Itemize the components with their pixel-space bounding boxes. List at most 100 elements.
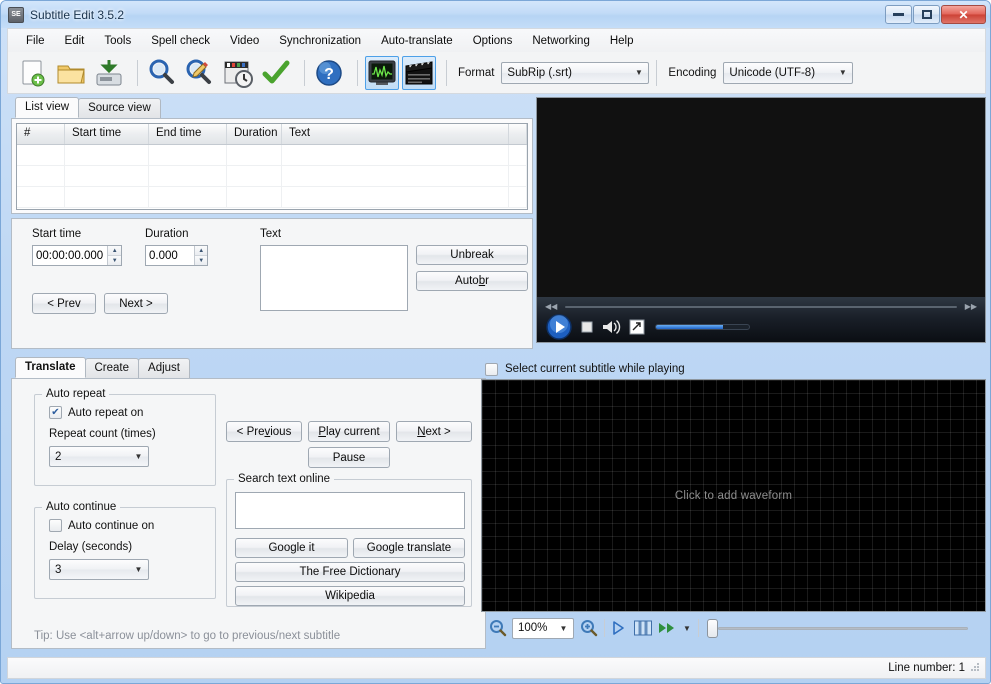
delay-label: Delay (seconds)	[49, 541, 133, 553]
unbreak-button[interactable]: Unbreak	[416, 245, 528, 265]
subtitle-text-input[interactable]	[260, 245, 408, 311]
tab-translate[interactable]: Translate	[15, 357, 86, 378]
open-folder-icon[interactable]	[54, 56, 88, 90]
minimize-button[interactable]	[885, 5, 912, 24]
auto-br-button[interactable]: Auto br	[416, 271, 528, 291]
menu-tools[interactable]: Tools	[94, 32, 141, 50]
column-text[interactable]: Text	[282, 124, 509, 144]
play-current-button[interactable]: Play current	[308, 421, 390, 442]
forward-icon[interactable]: ▶▶	[965, 302, 977, 311]
duration-input[interactable]	[146, 246, 195, 265]
speed-chevron-icon[interactable]: ▼	[683, 624, 691, 633]
waveform-display[interactable]: Click to add waveform	[481, 379, 986, 612]
translate-pane: Auto repeat ✔ Auto repeat on Repeat coun…	[11, 378, 486, 649]
video-display[interactable]	[537, 98, 985, 297]
svg-text:?: ?	[324, 66, 334, 83]
duration-spin-buttons[interactable]: ▲ ▼	[194, 246, 207, 265]
auto-repeat-checkbox-row[interactable]: ✔ Auto repeat on	[49, 406, 143, 419]
google-translate-button[interactable]: Google translate	[353, 538, 465, 558]
auto-repeat-checkbox[interactable]: ✔	[49, 406, 62, 419]
select-subtitle-row[interactable]: Select current subtitle while playing	[481, 359, 986, 379]
replace-icon[interactable]	[183, 56, 217, 90]
volume-slider[interactable]	[655, 324, 750, 330]
table-row[interactable]	[17, 166, 527, 187]
auto-repeat-group: Auto repeat ✔ Auto repeat on Repeat coun…	[34, 388, 216, 486]
close-button[interactable]: ✕	[941, 5, 986, 24]
table-row[interactable]	[17, 145, 527, 166]
pause-button[interactable]: Pause	[308, 447, 390, 468]
next-button[interactable]: Next >	[104, 293, 168, 314]
seek-slider[interactable]	[565, 305, 957, 308]
prev-button[interactable]: < Prev	[32, 293, 96, 314]
video-toggle[interactable]	[402, 55, 436, 90]
menu-video[interactable]: Video	[220, 32, 269, 50]
delay-combo[interactable]: 3 ▼	[49, 559, 149, 580]
save-icon[interactable]	[92, 56, 126, 90]
google-it-button[interactable]: Google it	[235, 538, 348, 558]
search-text-input[interactable]	[235, 492, 465, 529]
playback-speed-icon[interactable]	[657, 620, 679, 636]
frames-icon[interactable]	[633, 619, 653, 637]
column-start-time[interactable]: Start time	[65, 124, 149, 144]
start-time-input[interactable]	[33, 246, 108, 265]
stop-button[interactable]	[579, 319, 595, 335]
zoom-in-icon[interactable]	[580, 619, 598, 637]
waveform-scroll-track[interactable]	[717, 626, 968, 630]
menu-spell-check[interactable]: Spell check	[141, 32, 220, 50]
menu-options[interactable]: Options	[463, 32, 523, 50]
waveform-play-icon[interactable]	[611, 620, 625, 636]
tab-source-view[interactable]: Source view	[78, 98, 161, 118]
spin-down-icon-2[interactable]: ▼	[195, 256, 207, 265]
next-subtitle-button[interactable]: Next >	[396, 421, 472, 442]
rewind-icon[interactable]: ◀◀	[545, 302, 557, 311]
column-number[interactable]: #	[17, 124, 65, 144]
volume-icon[interactable]	[601, 318, 623, 336]
column-duration[interactable]: Duration	[227, 124, 282, 144]
play-button[interactable]	[545, 313, 573, 341]
spin-up-icon[interactable]: ▲	[108, 246, 121, 256]
repeat-count-combo[interactable]: 2 ▼	[49, 446, 149, 467]
search-online-group: Search text online Google it Google tran…	[226, 473, 472, 607]
transport-row	[545, 313, 750, 341]
video-player[interactable]: ◀◀ ▶▶	[536, 97, 986, 343]
menu-auto-translate[interactable]: Auto-translate	[371, 32, 463, 50]
help-icon[interactable]: ?	[312, 56, 346, 90]
format-label: Format	[458, 66, 495, 79]
checkmark-icon[interactable]	[259, 56, 293, 90]
tab-create[interactable]: Create	[84, 358, 140, 378]
tab-list-view[interactable]: List view	[15, 97, 80, 118]
auto-continue-checkbox-row[interactable]: Auto continue on	[49, 519, 154, 532]
maximize-button[interactable]	[913, 5, 940, 24]
resize-grip-icon[interactable]	[969, 661, 981, 673]
waveform-scroll-thumb[interactable]	[706, 618, 718, 638]
menu-synchronization[interactable]: Synchronization	[269, 32, 371, 50]
sync-clock-icon[interactable]	[221, 56, 255, 90]
find-icon[interactable]	[145, 56, 179, 90]
free-dictionary-button[interactable]: The Free Dictionary	[235, 562, 465, 582]
format-combo[interactable]: SubRip (.srt) ▼	[501, 61, 650, 84]
wikipedia-button[interactable]: Wikipedia	[235, 586, 465, 606]
select-subtitle-checkbox[interactable]	[485, 362, 498, 376]
waveform-toggle[interactable]	[365, 55, 399, 90]
column-end-time[interactable]: End time	[149, 124, 227, 144]
tab-adjust[interactable]: Adjust	[138, 358, 190, 378]
menu-help[interactable]: Help	[600, 32, 644, 50]
duration-spinner[interactable]: ▲ ▼	[145, 245, 208, 266]
spin-down-icon[interactable]: ▼	[108, 256, 121, 265]
encoding-combo[interactable]: Unicode (UTF-8) ▼	[723, 61, 854, 84]
subtitle-grid[interactable]: # Start time End time Duration Text	[16, 123, 528, 210]
subtitle-tabstrip: List view Source view	[11, 97, 533, 118]
previous-button[interactable]: < Pre v ious	[226, 421, 302, 442]
table-row[interactable]	[17, 187, 527, 208]
menu-networking[interactable]: Networking	[522, 32, 600, 50]
zoom-combo[interactable]: 100% ▼	[512, 617, 574, 639]
start-time-spin-buttons[interactable]: ▲ ▼	[107, 246, 121, 265]
menu-edit[interactable]: Edit	[55, 32, 95, 50]
start-time-spinner[interactable]: ▲ ▼	[32, 245, 122, 266]
new-file-icon[interactable]	[16, 56, 50, 90]
auto-continue-checkbox[interactable]	[49, 519, 62, 532]
spin-up-icon-2[interactable]: ▲	[195, 246, 207, 256]
zoom-out-icon[interactable]	[489, 619, 507, 637]
menu-file[interactable]: File	[16, 32, 55, 50]
fullscreen-icon[interactable]	[629, 319, 645, 335]
